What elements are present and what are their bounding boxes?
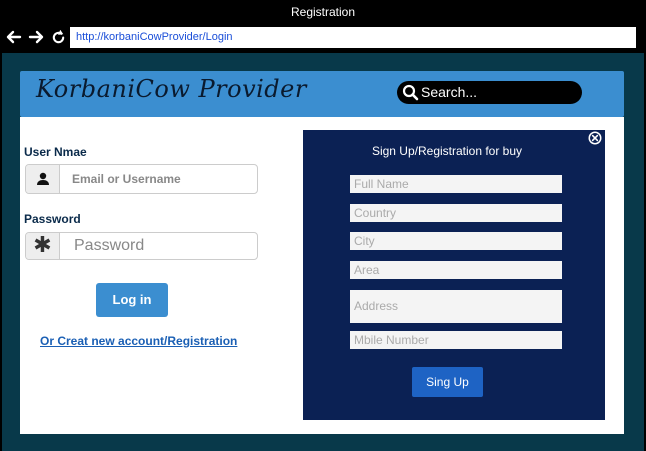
search-placeholder: Search... — [421, 84, 478, 100]
login-button[interactable]: Log in — [96, 283, 168, 317]
signup-title: Sign Up/Registration for buy — [371, 144, 523, 158]
signup-modal: Sign Up/Registration for buy Full Name C… — [303, 130, 605, 420]
password-placeholder: Password — [74, 237, 145, 254]
asterisk-icon: ✱ — [33, 233, 52, 258]
main-content: User Nmae Email or Username Password ✱ P… — [20, 117, 624, 434]
country-input[interactable]: Country — [350, 204, 562, 222]
city-input[interactable]: City — [350, 232, 562, 250]
mobile-input[interactable]: Mbile Number — [350, 331, 562, 349]
username-placeholder: Email or Username — [72, 172, 181, 186]
address-input[interactable]: Address — [350, 290, 562, 323]
search-icon — [402, 84, 419, 101]
site-header: KorbaniCow Provider Search... — [20, 71, 624, 117]
site-logo[interactable]: KorbaniCow Provider — [36, 75, 307, 103]
close-icon[interactable] — [587, 130, 603, 146]
reload-button[interactable] — [48, 26, 68, 48]
search-input[interactable]: Search... — [397, 81, 582, 104]
username-field[interactable]: Email or Username — [25, 164, 258, 194]
browser-toolbar: http://korbaniCowProvider/Login — [0, 24, 646, 52]
area-input[interactable]: Area — [350, 261, 562, 279]
asterisk-icon-addon: ✱ — [26, 233, 60, 259]
user-icon-addon — [26, 165, 60, 193]
arrow-left-icon — [6, 30, 22, 44]
back-button[interactable] — [4, 26, 24, 48]
browser-window: Registration http://korbaniCowProvider/L… — [0, 0, 646, 451]
forward-button[interactable] — [26, 26, 46, 48]
user-icon — [36, 172, 49, 185]
fullname-input[interactable]: Full Name — [350, 175, 562, 193]
arrow-right-icon — [28, 30, 44, 44]
password-field[interactable]: ✱ Password — [25, 232, 258, 260]
register-link[interactable]: Or Creat new account/Registration — [40, 334, 237, 348]
password-label: Password — [24, 212, 81, 226]
page-viewport: KorbaniCow Provider Search... User Nmae — [2, 53, 644, 451]
window-title: Registration — [290, 5, 356, 19]
reload-icon — [52, 29, 64, 43]
signup-button[interactable]: Sing Up — [412, 367, 483, 397]
username-label: User Nmae — [24, 145, 87, 159]
address-bar[interactable]: http://korbaniCowProvider/Login — [70, 27, 636, 48]
